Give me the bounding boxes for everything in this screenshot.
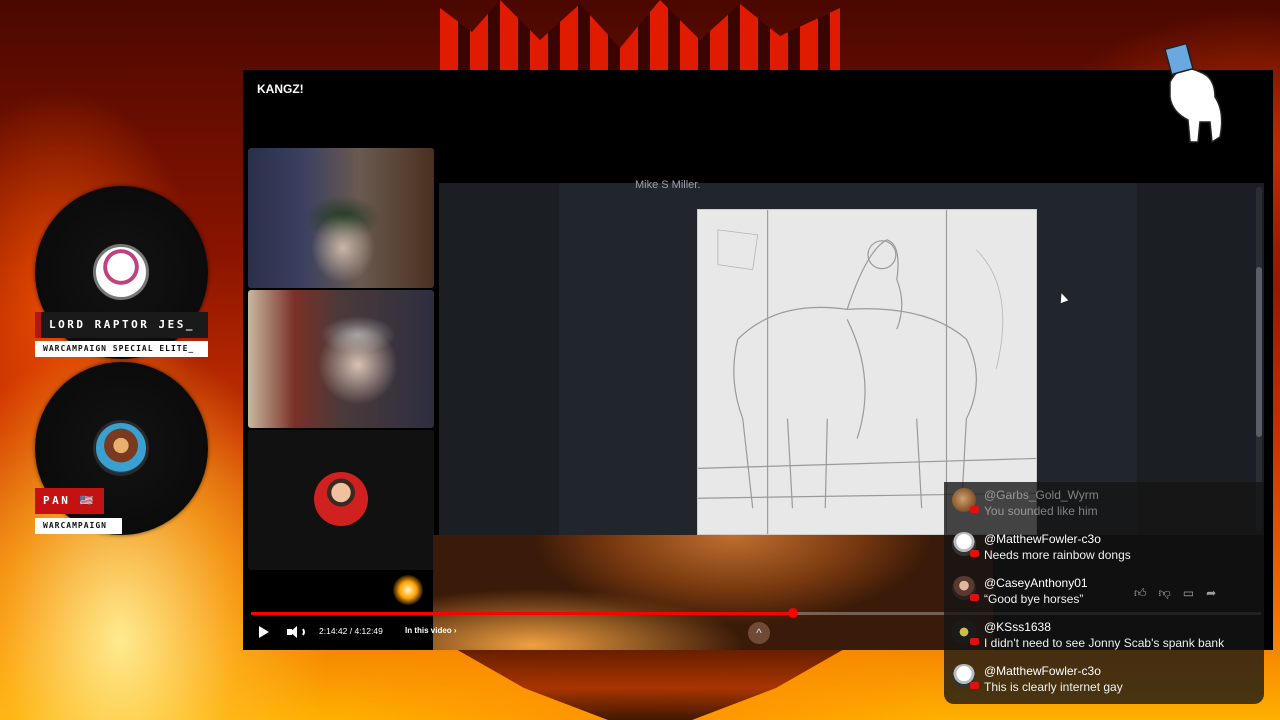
volume-button[interactable] (285, 622, 305, 642)
scrollbar[interactable] (1256, 187, 1262, 531)
thumbs-up-icon[interactable]: 👍︎ (1134, 586, 1147, 601)
webcam-feed-1 (248, 148, 434, 288)
chevron-up-icon: ^ (756, 626, 762, 640)
webcam-feed-2 (248, 290, 434, 428)
chat-username: @KSss1638 (984, 620, 1051, 634)
avatar (952, 488, 979, 513)
chat-message: @MatthewFowler-c3o This is clearly inter… (952, 660, 1262, 700)
participant-name-1: LORD RAPTOR JES_ (35, 312, 208, 338)
webcam-feed-3 (248, 430, 434, 570)
chat-text: Needs more rainbow dongs (984, 548, 1131, 562)
chat-message: @MatthewFowler-c3o Needs more rainbow do… (952, 528, 1262, 568)
youtube-badge-icon (970, 638, 979, 645)
youtube-badge-icon (970, 506, 979, 513)
chat-username: @MatthewFowler-c3o (984, 532, 1101, 546)
youtube-badge-icon (970, 594, 979, 601)
chat-message: @Garbs_Gold_Wyrm You sounded like him (952, 484, 1262, 524)
avatar (952, 620, 979, 645)
avatar (314, 472, 368, 526)
document-caption: Mike S Miller. (635, 179, 701, 191)
avatar (952, 576, 979, 601)
avatar (93, 244, 149, 300)
youtube-badge-icon (970, 682, 979, 689)
chat-username: @Garbs_Gold_Wyrm (984, 488, 1099, 502)
chat-text: I didn't need to see Jonny Scab's spank … (984, 636, 1225, 650)
avatar (952, 532, 979, 557)
chat-text: “Good bye horses” (984, 592, 1084, 606)
scrollbar-thumb[interactable] (1256, 267, 1262, 437)
chevron-right-icon: › (453, 626, 457, 635)
play-button[interactable] (257, 622, 271, 642)
participant-name-2: PAN 🇺🇸 (35, 488, 104, 514)
chat-username: @CaseyAnthony01 (984, 576, 1088, 590)
share-icon[interactable]: ➦ (1206, 586, 1216, 601)
volume-icon (287, 626, 305, 638)
light-flare (393, 575, 423, 605)
play-icon (259, 626, 269, 638)
participant-subtitle-1: WARCAMPAIGN SPECIAL ELITE_ (35, 341, 208, 357)
chat-text: This is clearly internet gay (984, 680, 1123, 694)
message-actions: 👍︎ 👎︎ ▭ ➦ (1134, 586, 1216, 601)
progress-played (251, 612, 794, 615)
chat-message: @KSss1638 I didn't need to see Jonny Sca… (952, 616, 1262, 656)
live-chat-overlay: @Garbs_Gold_Wyrm You sounded like him @M… (944, 482, 1264, 704)
time-display: 2:14:42 / 4:12:49 (319, 626, 383, 636)
chat-username: @MatthewFowler-c3o (984, 664, 1101, 678)
participant-subtitle-2: WARCAMPAIGN (35, 518, 122, 534)
youtube-badge-icon (970, 550, 979, 557)
channel-logo (1164, 42, 1223, 144)
chat-text: You sounded like him (984, 504, 1098, 518)
comment-icon[interactable]: ▭ (1183, 586, 1194, 601)
chapters-button[interactable]: ^ (748, 622, 770, 644)
in-video-label: In this video (405, 626, 452, 635)
avatar (952, 664, 979, 689)
thumbs-down-icon[interactable]: 👎︎ (1159, 586, 1171, 601)
in-video-button[interactable]: In this video › (405, 626, 457, 635)
video-title: KANGZ! (257, 82, 304, 96)
avatar (93, 420, 149, 476)
